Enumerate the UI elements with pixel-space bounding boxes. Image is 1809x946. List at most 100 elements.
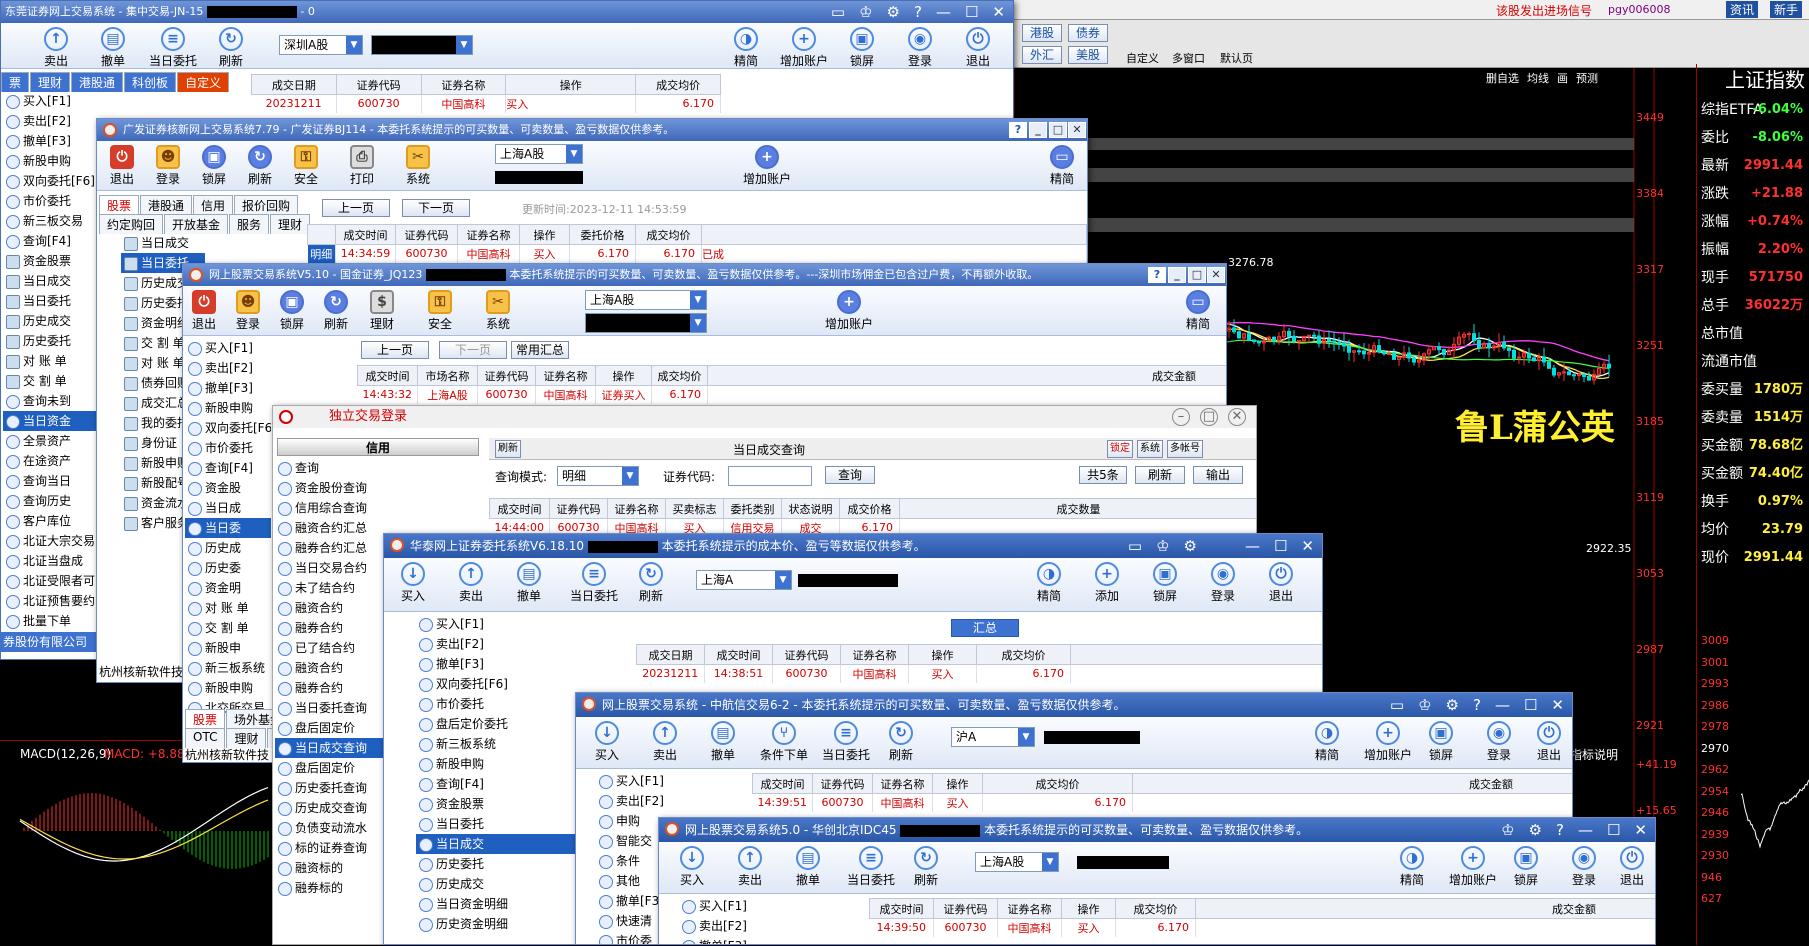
trade-grid[interactable]: 成交时间 证券代码 证券名称 操作 成交均价 成交金额 14:39:50 600730 中国高… xyxy=(869,898,1655,937)
tab-open-fund[interactable]: 开放基金 xyxy=(164,214,229,234)
lock-button[interactable]: ▣ 锁屏 xyxy=(267,290,317,332)
maximize-icon[interactable]: ☐ xyxy=(1607,818,1620,840)
close-icon[interactable]: ✕ xyxy=(1634,818,1647,840)
col-header[interactable]: 成交均价 xyxy=(982,773,1133,794)
maximize-icon[interactable]: ☐ xyxy=(1274,534,1287,556)
cancel-button[interactable]: ▤ 撤单 xyxy=(698,721,748,763)
refresh-button[interactable]: ↻ 刷新 xyxy=(626,562,676,604)
col-header[interactable]: 证券代码 xyxy=(772,644,841,665)
multi-account-button[interactable]: 多帐号 xyxy=(1167,440,1203,458)
col-header[interactable]: 成交金额 xyxy=(1132,773,1572,794)
prev-page-button[interactable]: 上一页 xyxy=(322,199,390,217)
tree-item[interactable]: 当日委托 xyxy=(416,814,596,834)
summary-button[interactable]: 常用汇总 xyxy=(511,341,569,359)
trade-grid[interactable]: 成交时间 证券代码 证券名称 操作 委托价格 成交均价 明细 14:34:59 600730 中… xyxy=(307,224,1087,263)
market-select[interactable]: 上海A股 xyxy=(975,852,1059,872)
col-header[interactable]: 证券名称 xyxy=(457,224,520,245)
col-header[interactable]: 成交金额 xyxy=(707,365,1226,386)
tree-item[interactable]: 查询历史 xyxy=(3,491,99,511)
exit-button[interactable]: ⏻ 退出 xyxy=(953,27,1003,69)
help-icon[interactable]: ? xyxy=(1556,818,1564,840)
close-icon[interactable]: ✕ xyxy=(1301,534,1314,556)
add-account-button[interactable]: + 增加账户 xyxy=(727,145,807,187)
market-select[interactable]: 上海A xyxy=(696,570,792,590)
tree-item[interactable]: 撤单[F3] xyxy=(679,936,799,944)
trade-grid[interactable]: 成交时间 证券代码 证券名称 操作 成交均价 成交金额 14:39:51 600730 中国高… xyxy=(752,773,1572,812)
refresh-button[interactable]: ↻ 刷新 xyxy=(206,27,256,69)
exit-button[interactable]: ⏻ 退出 xyxy=(1256,562,1306,604)
col-header[interactable]: 委托价格 xyxy=(569,224,636,245)
cancel-button[interactable]: ▤ 撤单 xyxy=(783,846,833,888)
tree-item[interactable]: 北证预售要约 xyxy=(3,591,99,611)
tree-item[interactable]: 信用综合查询 xyxy=(275,498,475,518)
col-header[interactable]: 成交时间 xyxy=(357,365,418,386)
tree-item[interactable]: 对 账 单 xyxy=(3,351,99,371)
tree-item[interactable]: 当日成 xyxy=(185,498,271,518)
tree-item[interactable]: 卖出[F2] xyxy=(3,111,99,131)
next-page-button[interactable]: 下一页 xyxy=(402,199,470,217)
tab-bond[interactable]: 债券 xyxy=(1068,24,1108,42)
tree-item[interactable]: 新股申购 xyxy=(185,398,271,418)
help-icon[interactable]: ? xyxy=(1148,267,1166,283)
help-icon[interactable]: ? xyxy=(1009,122,1027,138)
exit-button[interactable]: ⏻ 退出 xyxy=(97,145,147,187)
tree-item[interactable]: 当日委 xyxy=(185,518,271,538)
security-button[interactable]: ⚿ 安全 xyxy=(415,290,465,332)
tree-item[interactable]: 当日资金 xyxy=(3,411,99,431)
login-button[interactable]: ◉ 登录 xyxy=(1474,721,1524,763)
col-header[interactable]: 证券代码 xyxy=(477,365,536,386)
tab-hk[interactable]: 港股通 xyxy=(140,195,193,215)
col-header[interactable]: 证券代码 xyxy=(933,898,998,919)
trade-grid[interactable]: 成交时间 市场名称 证券代码 证券名称 操作 成交均价 成交金额 14:43:32 上海A股 6… xyxy=(357,365,1226,404)
tree-item[interactable]: 卖出[F2] xyxy=(416,634,596,654)
today-orders-button[interactable]: ≡ 当日委托 xyxy=(148,27,198,69)
tree-item[interactable]: 买入[F1] xyxy=(185,338,271,358)
sell-button[interactable]: ↑ 卖出 xyxy=(31,27,81,69)
tree-item[interactable]: 查询当日 xyxy=(3,471,99,491)
tree-item[interactable]: 双向委托[F6] xyxy=(185,418,271,438)
compact-button[interactable]: ◑ 精简 xyxy=(1024,562,1074,604)
gear-icon[interactable]: ⚙ xyxy=(1529,818,1542,840)
col-header[interactable]: 证券代码 xyxy=(812,773,873,794)
table-row[interactable]: 14:43:32 上海A股 600730 中国高科 证券买入 6.170 xyxy=(357,385,1226,404)
msg-icon[interactable]: ▭ xyxy=(1390,693,1404,715)
col-header[interactable]: 证券名称 xyxy=(840,644,909,665)
help-icon[interactable]: ? xyxy=(914,1,922,23)
col-header[interactable]: 成交时间 xyxy=(752,773,813,794)
today-orders-button[interactable]: ≡ 当日委托 xyxy=(816,721,876,763)
col-header[interactable]: 操作 xyxy=(505,74,637,95)
buy-button[interactable]: ↓ 买入 xyxy=(582,721,632,763)
tab-wealth[interactable]: 理财 xyxy=(30,72,71,92)
col-header[interactable]: 证券名称 xyxy=(997,898,1062,919)
tree-item[interactable]: 历史委托 xyxy=(3,331,99,351)
minimize-icon[interactable]: — xyxy=(1578,818,1593,840)
tab-repo[interactable]: 报价回购 xyxy=(234,195,299,215)
col-header[interactable]: 成交时间 xyxy=(704,644,773,665)
conditional-order-button[interactable]: ⑂ 条件下单 xyxy=(754,721,814,763)
shirt-icon[interactable]: ♔ xyxy=(859,1,872,23)
tab-us[interactable]: 美股 xyxy=(1068,46,1108,64)
cancel-button[interactable]: ▤ 撤单 xyxy=(504,562,554,604)
minimize-icon[interactable]: _ xyxy=(1168,267,1186,283)
lock-button[interactable]: ▣ 锁屏 xyxy=(837,27,887,69)
tree-item[interactable]: 资金股票 xyxy=(3,251,99,271)
col-header[interactable]: 证券名称 xyxy=(872,773,933,794)
table-row[interactable]: 20231211 14:38:51 600730 中国高科 买入 6.170 xyxy=(636,664,1322,683)
tree-item[interactable]: 买入[F1] xyxy=(679,896,799,916)
refresh-button[interactable]: ↻ 刷新 xyxy=(311,290,361,332)
col-header[interactable]: 成交均价 xyxy=(651,365,708,386)
query-mode-select[interactable]: 明细 xyxy=(557,466,639,486)
compact-button[interactable]: ◑ 精简 xyxy=(721,27,771,69)
window-controls[interactable]: ♔ ⚙? — ☐ ✕ xyxy=(1501,818,1647,840)
newbie-button[interactable]: 新手 xyxy=(1770,1,1803,18)
col-header[interactable]: 成交日期 xyxy=(251,74,337,95)
signal-text[interactable]: 该股发出进场信号 xyxy=(1496,2,1592,19)
print-button[interactable]: ⎙ 打印 xyxy=(337,145,387,187)
tree-item[interactable]: 新股申 xyxy=(185,638,271,658)
col-header[interactable]: 成交均价 xyxy=(635,224,702,245)
system-button[interactable]: ✂ 系统 xyxy=(393,145,443,187)
tree-item[interactable]: 客户库位 xyxy=(3,511,99,531)
tree-item[interactable]: 买入[F1] xyxy=(416,614,596,634)
system-button[interactable]: 系统 xyxy=(1137,440,1163,458)
wealth-button[interactable]: $ 理财 xyxy=(357,290,407,332)
